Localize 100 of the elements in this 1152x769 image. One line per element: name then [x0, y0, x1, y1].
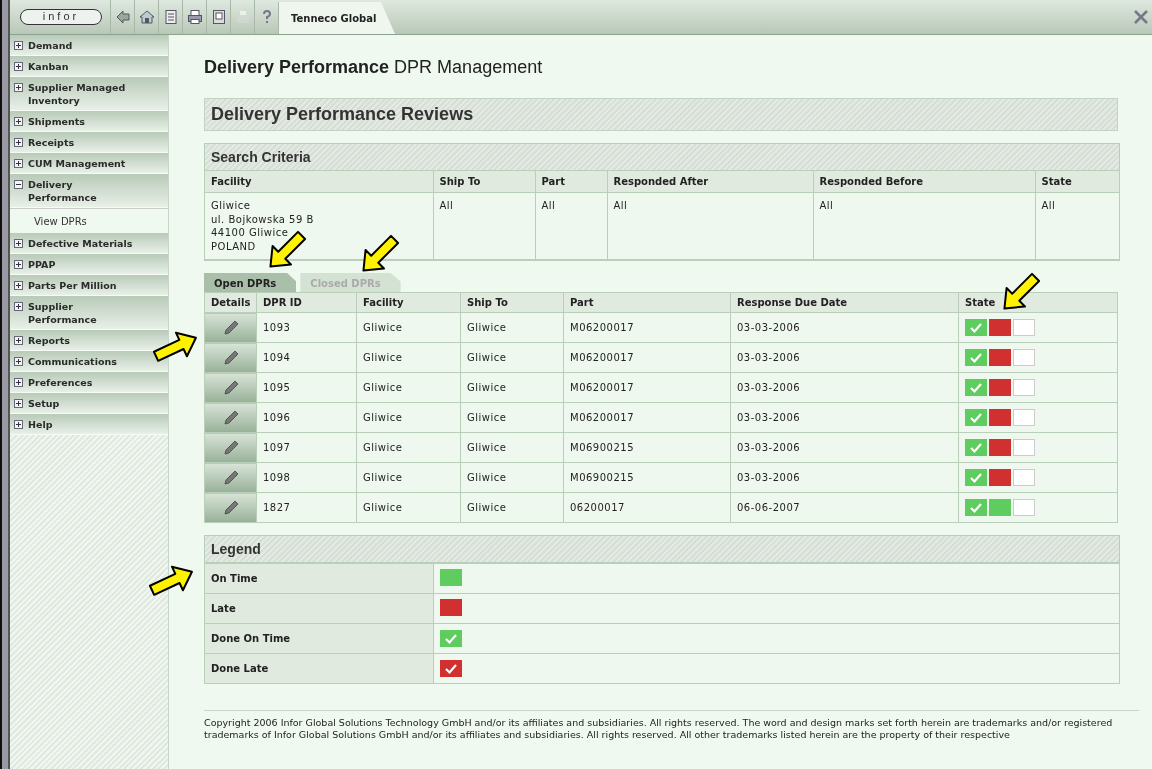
column-header: Part [535, 171, 607, 193]
table-cell: M06900215 [563, 432, 731, 463]
table-cell: Gliwice [460, 342, 564, 373]
table-cell: Gliwice [356, 432, 461, 463]
expand-icon[interactable] [14, 239, 23, 248]
table-cell: M06200017 [563, 312, 731, 343]
logo: infor [20, 9, 102, 25]
sidebar-item[interactable]: Communications [10, 351, 168, 372]
collapse-icon[interactable] [14, 180, 23, 189]
table-cell: Gliwice [460, 402, 564, 433]
copyright-text: Copyright 2006 Infor Global Solutions Technology GmbH and/or its affiliates and subsidiaries. All rights reserved. The word and design marks set forth herein are trademarks and/or registered trademarks of Infor Global Solutions GmbH and/or its affiliates and subsidiaries. All rights reserved. All other trademarks listed herein are the property of their respective [204, 710, 1139, 740]
expand-icon[interactable] [14, 281, 23, 290]
sidebar-item[interactable]: Setup [10, 393, 168, 414]
table-cell: All [607, 192, 813, 260]
table-cell: 1094 [256, 342, 357, 373]
details-button[interactable] [204, 312, 257, 343]
sidebar-item[interactable]: Help [10, 414, 168, 435]
pencil-icon [221, 408, 240, 427]
sidebar-item[interactable]: Delivery Performance [10, 174, 168, 208]
table-cell: 06200017 [563, 492, 731, 523]
details-button[interactable] [204, 402, 257, 433]
table-cell: 03-03-2006 [730, 372, 959, 403]
expand-icon[interactable] [14, 336, 23, 345]
table-cell: Gliwice [356, 402, 461, 433]
sidebar-item[interactable]: Supplier Managed Inventory [10, 77, 168, 111]
pencil-icon [221, 378, 240, 397]
sidebar-item[interactable]: PPAP [10, 254, 168, 275]
expand-icon[interactable] [14, 357, 23, 366]
table-cell: Gliwice [356, 372, 461, 403]
column-header: Response Due Date [730, 292, 959, 313]
column-header: Facility [205, 171, 433, 193]
table-cell: 1093 [256, 312, 357, 343]
table-cell: 03-03-2006 [730, 432, 959, 463]
table-cell: M06900215 [563, 462, 731, 493]
table-cell: 1098 [256, 462, 357, 493]
expand-icon[interactable] [14, 159, 23, 168]
details-button[interactable] [204, 462, 257, 493]
column-header: DPR ID [256, 292, 357, 313]
table-cell: All [433, 192, 535, 260]
column-header: Responded Before [813, 171, 1035, 193]
table-cell: Gliwice [460, 492, 564, 523]
sidebar-item[interactable]: Supplier Performance [10, 296, 168, 330]
expand-icon[interactable] [14, 302, 23, 311]
expand-icon[interactable] [14, 83, 23, 92]
panel-title: Search Criteria [205, 144, 1119, 171]
tab[interactable]: Open DPRs [204, 273, 297, 292]
table-cell: M06200017 [563, 402, 731, 433]
table-cell: All [535, 192, 607, 260]
details-button[interactable] [204, 432, 257, 463]
table-cell: 03-03-2006 [730, 312, 959, 343]
expand-icon[interactable] [14, 117, 23, 126]
legend-label: On Time [205, 563, 433, 594]
sidebar-item[interactable]: Defective Materials [10, 233, 168, 254]
workspace-tab[interactable]: Tenneco Global [278, 2, 395, 34]
table-cell: 06-06-2007 [730, 492, 959, 523]
sidebar-item[interactable]: Reports [10, 330, 168, 351]
legend-label: Late [205, 593, 433, 624]
panel-title: Legend [205, 536, 1119, 563]
legend-label: Done Late [205, 653, 433, 683]
pencil-icon [221, 348, 240, 367]
column-header: Ship To [460, 292, 564, 313]
close-icon[interactable] [1134, 10, 1148, 24]
expand-icon[interactable] [14, 41, 23, 50]
sidebar-item[interactable]: Receipts [10, 132, 168, 153]
expand-icon[interactable] [14, 62, 23, 71]
pencil-icon [221, 318, 240, 337]
expand-icon[interactable] [14, 138, 23, 147]
details-button[interactable] [204, 372, 257, 403]
sidebar-item[interactable]: Kanban [10, 56, 168, 77]
table-cell: Gliwice [460, 372, 564, 403]
table-cell: All [1035, 192, 1119, 260]
expand-icon[interactable] [14, 378, 23, 387]
column-header: Part [563, 292, 731, 313]
column-header: State [1035, 171, 1119, 193]
pencil-icon [221, 468, 240, 487]
table-cell: 03-03-2006 [730, 402, 959, 433]
printer-icon [186, 9, 203, 25]
page-title: Delivery Performance DPR Management [204, 57, 544, 78]
column-header: Responded After [607, 171, 813, 193]
details-button[interactable] [204, 492, 257, 523]
expand-icon[interactable] [14, 260, 23, 269]
section-title: Delivery Performance Reviews [204, 98, 1118, 131]
sidebar-item[interactable]: Preferences [10, 372, 168, 393]
table-cell: Gliwice [356, 342, 461, 373]
expand-icon[interactable] [14, 399, 23, 408]
table-cell: M06200017 [563, 342, 731, 373]
table-cell: Gliwice [356, 492, 461, 523]
home-icon [138, 9, 155, 25]
expand-icon[interactable] [14, 420, 23, 429]
sidebar-item[interactable]: Demand [10, 35, 168, 56]
table-cell: M06200017 [563, 372, 731, 403]
pencil-icon [221, 498, 240, 517]
table-cell: 1096 [256, 402, 357, 433]
sidebar-item[interactable]: CUM Management [10, 153, 168, 174]
details-button[interactable] [204, 342, 257, 373]
column-header: Details [204, 292, 257, 313]
table-cell: 03-03-2006 [730, 342, 959, 373]
table-cell: 1827 [256, 492, 357, 523]
sidebar-item[interactable]: Shipments [10, 111, 168, 132]
sidebar-item[interactable]: Parts Per Million [10, 275, 168, 296]
